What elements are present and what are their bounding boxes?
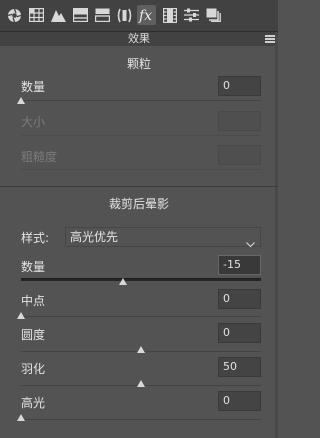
grid-icon[interactable] xyxy=(27,5,46,25)
vignette-heading: 裁剪后晕影 xyxy=(108,197,169,211)
vignette-midpoint-slider-thumb[interactable] xyxy=(17,312,25,319)
film-strip-icon[interactable] xyxy=(160,5,179,25)
vignette-highlights-label: 高光 xyxy=(21,396,46,410)
grain-roughness-slider xyxy=(21,169,261,170)
grain-amount-slider-thumb[interactable] xyxy=(17,97,25,104)
sliders-icon[interactable] xyxy=(182,5,201,25)
vignette-highlights-slider-thumb[interactable] xyxy=(17,414,25,421)
section-divider xyxy=(0,186,278,187)
vignette-midpoint-slider[interactable] xyxy=(21,316,261,317)
mountain-icon[interactable] xyxy=(49,5,68,25)
vignette-style-select[interactable]: 高光优先 xyxy=(65,227,261,248)
grain-heading: 颗粒 xyxy=(126,57,151,71)
grain-amount-input[interactable]: 0 xyxy=(218,76,261,96)
grain-size-input xyxy=(218,111,261,131)
vignette-roundness-label: 圆度 xyxy=(21,328,46,342)
split-panel-icon[interactable] xyxy=(71,5,90,25)
vignette-amount-slider[interactable] xyxy=(21,278,261,281)
vignette-midpoint-input[interactable]: 0 xyxy=(218,289,261,309)
vignette-amount-input[interactable]: -15 xyxy=(218,255,261,275)
vignette-amount-label: 数量 xyxy=(21,260,46,274)
vignette-midpoint-label: 中点 xyxy=(21,294,46,308)
grain-size-label: 大小 xyxy=(21,115,46,129)
panel-scrollbar[interactable] xyxy=(275,32,278,438)
grain-roughness-label: 粗糙度 xyxy=(21,150,58,164)
fx-icon[interactable]: fx xyxy=(137,5,156,25)
vignette-feather-input[interactable]: 50 xyxy=(218,357,261,377)
svg-text:fx: fx xyxy=(138,8,152,23)
grain-roughness-input xyxy=(218,145,261,165)
vignette-amount-slider-thumb[interactable] xyxy=(119,278,127,285)
panel-menu-icon[interactable] xyxy=(265,35,275,43)
chevron-down-icon xyxy=(246,233,255,252)
lens-icon[interactable] xyxy=(115,5,134,25)
panel-tabs-toolbar: fx xyxy=(0,0,278,31)
presets-icon[interactable] xyxy=(204,5,223,25)
detail-panel-icon[interactable] xyxy=(93,5,112,25)
grain-size-slider xyxy=(21,135,261,136)
panel-header: 效果 xyxy=(0,32,278,46)
vignette-roundness-input[interactable]: 0 xyxy=(218,323,261,343)
panel-title: 效果 xyxy=(128,32,150,45)
vignette-highlights-input[interactable]: 0 xyxy=(218,391,261,411)
grain-amount-label: 数量 xyxy=(21,80,46,94)
vignette-highlights-slider[interactable] xyxy=(21,419,261,420)
vignette-feather-slider-thumb[interactable] xyxy=(137,380,145,387)
vignette-roundness-slider-thumb[interactable] xyxy=(137,346,145,353)
vignette-style-label: 样式: xyxy=(21,231,50,245)
aperture-icon[interactable] xyxy=(5,5,24,25)
grain-amount-slider[interactable] xyxy=(21,100,261,101)
vignette-style-value: 高光优先 xyxy=(70,230,119,244)
vignette-feather-label: 羽化 xyxy=(21,362,46,376)
